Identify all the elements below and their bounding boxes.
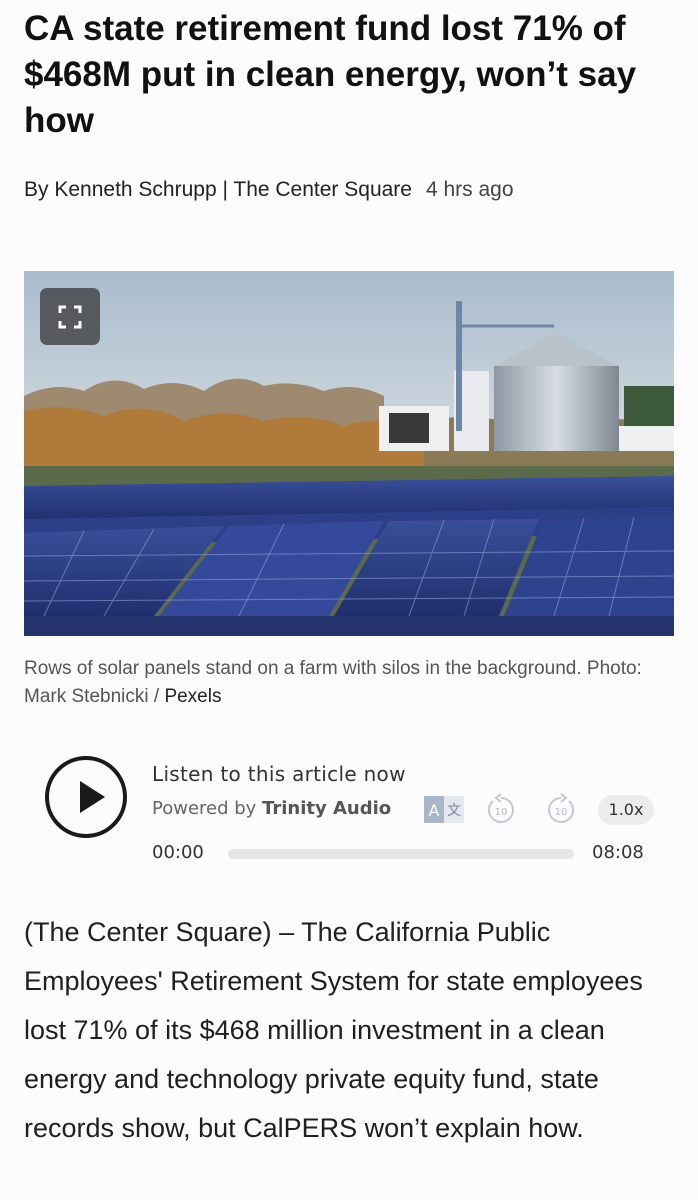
byline: By Kenneth Schrupp | The Center Square 4 … <box>24 176 514 204</box>
publish-time: 4 hrs ago <box>425 178 514 201</box>
skip-back-label: 10 <box>495 807 508 818</box>
powered-by-prefix: Powered by <box>152 798 257 819</box>
svg-text:A: A <box>429 801 440 820</box>
author-source[interactable]: By Kenneth Schrupp | The Center Square <box>24 178 412 201</box>
article-headline: CA state retirement fund lost 71% of $46… <box>24 9 637 140</box>
article-paragraph: (The Center Square) – The California Pub… <box>24 917 643 1143</box>
current-time: 00:00 <box>152 842 204 863</box>
play-button[interactable] <box>45 756 127 838</box>
audio-player: Listen to this article now Powered by Tr… <box>0 740 698 880</box>
powered-by: Powered by Trinity Audio <box>152 798 391 819</box>
player-title: Listen to this article now <box>152 762 406 786</box>
translate-icon[interactable]: A 文 <box>424 796 464 823</box>
skip-back-10-icon[interactable]: 10 <box>484 793 518 827</box>
trinity-audio-brand[interactable]: Trinity Audio <box>262 798 391 819</box>
svg-text:文: 文 <box>447 803 461 819</box>
skip-forward-label: 10 <box>555 807 568 818</box>
play-icon <box>80 781 105 813</box>
skip-forward-10-icon[interactable]: 10 <box>544 793 578 827</box>
skip-forward-glyph: 10 <box>548 793 575 823</box>
skip-back-glyph: 10 <box>487 793 514 823</box>
playback-speed-button[interactable]: 1.0x <box>598 795 654 825</box>
photo-caption: Rows of solar panels stand on a farm wit… <box>24 655 674 711</box>
caption-text: Rows of solar panels stand on a farm wit… <box>24 658 642 707</box>
translate-glyph: A 文 <box>424 796 464 823</box>
pexels-link[interactable]: Pexels <box>164 686 221 707</box>
expand-icon[interactable] <box>40 288 100 345</box>
article-photo[interactable] <box>24 271 674 636</box>
progress-bar[interactable] <box>228 849 574 859</box>
solar-farm-image <box>24 271 674 636</box>
fullscreen-glyph <box>58 305 82 328</box>
total-time: 08:08 <box>592 842 644 863</box>
